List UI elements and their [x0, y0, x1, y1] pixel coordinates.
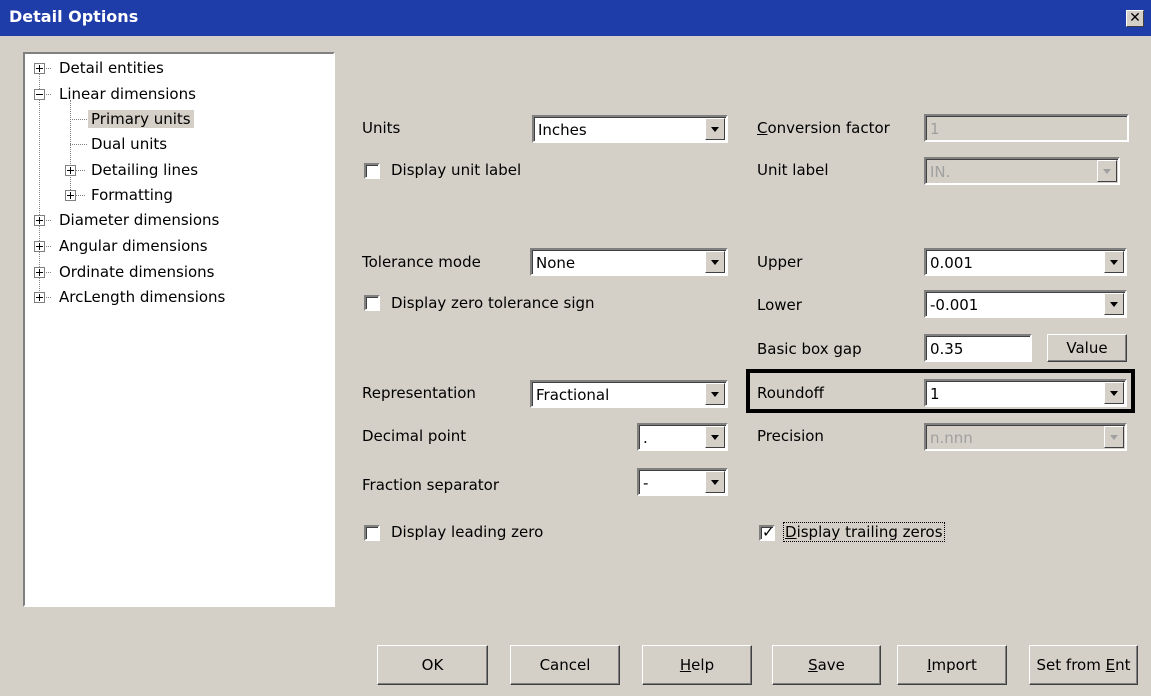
tolerance-mode-label: Tolerance mode	[362, 253, 481, 271]
import-button[interactable]: Import	[897, 645, 1007, 685]
roundoff-value: 1	[930, 385, 940, 403]
chevron-down-icon[interactable]	[1104, 293, 1124, 315]
fraction-separator-combo[interactable]: -	[637, 468, 728, 496]
precision-combo[interactable]: n.nnn	[924, 423, 1127, 451]
tree-item-formatting[interactable]: Formatting	[91, 186, 173, 204]
chevron-down-icon[interactable]	[705, 471, 725, 493]
unit-label-combo[interactable]: IN.	[924, 157, 1120, 185]
decimal-point-label: Decimal point	[362, 427, 467, 445]
display-trailing-zeros-checkbox[interactable]: ✓	[759, 523, 775, 541]
chevron-down-icon[interactable]	[705, 426, 725, 448]
tree-item-detail-entities[interactable]: Detail entities	[59, 59, 164, 77]
display-zero-tolerance-text: Display zero tolerance sign	[391, 294, 595, 312]
title-bar	[0, 0, 1151, 36]
precision-label: Precision	[757, 427, 824, 445]
window-title: Detail Options	[9, 7, 139, 26]
precision-value: n.nnn	[930, 429, 973, 447]
representation-combo[interactable]: Fractional	[530, 380, 728, 408]
tree-item-dual-units[interactable]: Dual units	[91, 135, 167, 153]
display-unit-label-checkbox[interactable]	[364, 163, 380, 179]
ok-button[interactable]: OK	[377, 645, 488, 685]
basic-box-gap-value: 0.35	[930, 340, 964, 358]
decimal-point-combo[interactable]: .	[637, 423, 728, 451]
expand-icon[interactable]	[34, 215, 45, 226]
expand-icon[interactable]	[34, 241, 45, 252]
fraction-separator-label: Fraction separator	[362, 476, 499, 494]
set-from-ent-button[interactable]: Set from Ent	[1029, 645, 1138, 685]
units-combo[interactable]: Inches	[532, 115, 728, 143]
representation-label: Representation	[362, 384, 476, 402]
tolerance-mode-value: None	[536, 254, 576, 272]
check-icon: ✓	[762, 523, 775, 541]
conversion-factor-field[interactable]: 1	[924, 114, 1129, 142]
tree-item-ordinate-dimensions[interactable]: Ordinate dimensions	[59, 263, 215, 281]
chevron-down-icon[interactable]	[1097, 160, 1117, 182]
display-unit-label-text: Display unit label	[391, 161, 522, 179]
fraction-separator-value: -	[643, 474, 649, 492]
display-leading-zero-checkbox[interactable]	[364, 525, 380, 541]
decimal-point-value: .	[643, 429, 648, 447]
chevron-down-icon[interactable]	[1104, 382, 1124, 404]
expand-icon[interactable]	[65, 190, 76, 201]
tree-item-angular-dimensions[interactable]: Angular dimensions	[59, 237, 208, 255]
tree-item-arclength-dimensions[interactable]: ArcLength dimensions	[59, 288, 225, 306]
lower-combo[interactable]: -0.001	[924, 290, 1127, 318]
unit-label-value: IN.	[930, 163, 951, 181]
conversion-factor-label: Conversion factor	[757, 119, 890, 137]
chevron-down-icon[interactable]	[705, 251, 725, 273]
close-icon[interactable]: ✕	[1126, 10, 1144, 27]
tree-item-primary-units[interactable]: Primary units	[88, 110, 194, 128]
display-zero-tolerance-checkbox[interactable]	[364, 295, 380, 311]
display-leading-zero-text: Display leading zero	[391, 523, 544, 541]
roundoff-label: Roundoff	[757, 384, 824, 402]
roundoff-combo[interactable]: 1	[924, 379, 1127, 407]
expand-icon[interactable]	[34, 267, 45, 278]
tree-item-detailing-lines[interactable]: Detailing lines	[91, 161, 198, 179]
expand-icon[interactable]	[34, 63, 45, 74]
tree-item-linear-dimensions[interactable]: Linear dimensions	[59, 85, 196, 103]
basic-box-gap-label: Basic box gap	[757, 340, 862, 358]
chevron-down-icon[interactable]	[1104, 426, 1124, 448]
chevron-down-icon[interactable]	[705, 118, 725, 140]
help-button[interactable]: Help	[642, 645, 752, 685]
display-trailing-zeros-text: Display trailing zeros	[783, 522, 945, 542]
cancel-button[interactable]: Cancel	[510, 645, 620, 685]
chevron-down-icon[interactable]	[705, 383, 725, 405]
lower-label: Lower	[757, 296, 802, 314]
chevron-down-icon[interactable]	[1104, 251, 1124, 273]
unit-label-label: Unit label	[757, 161, 829, 179]
options-tree[interactable]: Detail entities Linear dimensions Primar…	[23, 52, 335, 607]
units-label: Units	[362, 119, 401, 137]
expand-icon[interactable]	[34, 292, 45, 303]
collapse-icon[interactable]	[34, 89, 45, 100]
conversion-factor-value: 1	[930, 120, 940, 138]
expand-icon[interactable]	[65, 165, 76, 176]
lower-value: -0.001	[930, 296, 979, 314]
representation-value: Fractional	[536, 386, 610, 404]
upper-label: Upper	[757, 253, 803, 271]
upper-value: 0.001	[930, 254, 973, 272]
tolerance-mode-combo[interactable]: None	[530, 248, 728, 276]
units-value: Inches	[538, 121, 587, 139]
basic-box-gap-field[interactable]: 0.35	[924, 334, 1032, 362]
upper-combo[interactable]: 0.001	[924, 248, 1127, 276]
save-button[interactable]: Save	[772, 645, 881, 685]
tree-item-diameter-dimensions[interactable]: Diameter dimensions	[59, 211, 219, 229]
value-button[interactable]: Value	[1047, 334, 1127, 362]
